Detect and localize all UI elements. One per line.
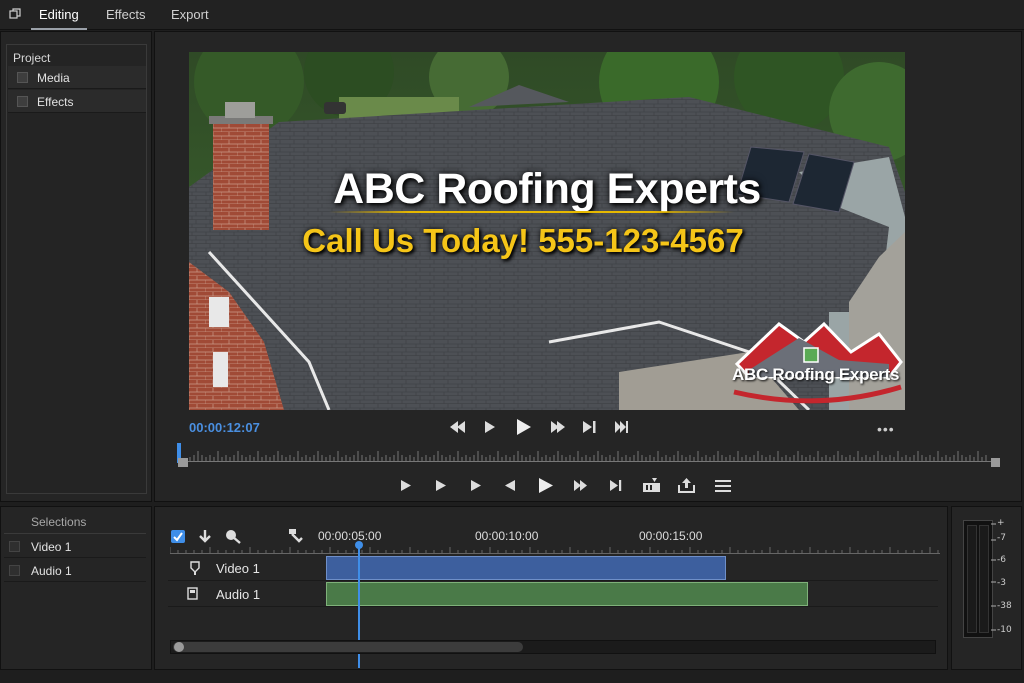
scrollbar-handle[interactable] (174, 642, 184, 652)
main-play-icon[interactable] (539, 478, 554, 493)
selection-item-label: Audio 1 (31, 564, 72, 578)
select-tool-icon[interactable] (171, 530, 185, 543)
audio-track-icon[interactable] (187, 587, 199, 600)
meter-label: -10 (997, 625, 1012, 635)
audio-track-label: Audio 1 (216, 587, 261, 602)
rewind-icon[interactable] (450, 421, 466, 433)
subtitle-overlay: Call Us Today! 555-123-4567 (302, 222, 744, 259)
export-frame-icon[interactable] (678, 478, 696, 493)
ripple-tool-icon[interactable] (289, 529, 303, 544)
project-title: Project (13, 51, 51, 65)
timeline-time-15s: 00:00:15:00 (639, 529, 703, 543)
media-checkbox[interactable] (17, 72, 28, 83)
selections-panel (0, 506, 152, 670)
video-preview[interactable]: ABC Roofing Experts Call Us Today! 555-1… (189, 52, 905, 410)
video-clip[interactable] (326, 556, 726, 580)
meter-label: -6 (997, 555, 1006, 565)
timeline-time-10s: 00:00:10:00 (475, 529, 539, 543)
scrub-ruler[interactable] (178, 444, 1000, 468)
list-menu-icon[interactable] (715, 480, 731, 492)
title-divider (329, 211, 734, 213)
project-item-effects[interactable]: Effects (8, 90, 146, 113)
insert-clip-icon[interactable] (643, 478, 661, 493)
selection-item-label: Video 1 (31, 540, 72, 554)
more-options-icon[interactable]: ••• (877, 421, 895, 437)
audio-clip[interactable] (326, 582, 808, 606)
title-overlay: ABC Roofing Experts (333, 165, 761, 213)
next-frame-icon[interactable] (583, 421, 597, 433)
project-item-label: Media (37, 71, 70, 85)
audio-meter (963, 520, 993, 638)
video-checkbox[interactable] (9, 541, 20, 552)
video-track-label: Video 1 (216, 561, 260, 576)
menu-bar: Editing Effects Export (0, 0, 1024, 30)
timeline-time-5s: 00:00:05:00 (318, 529, 382, 543)
play-icon[interactable] (484, 421, 496, 433)
video-track-icon[interactable] (190, 561, 200, 575)
meter-right-channel (979, 525, 989, 633)
scrollbar-thumb[interactable] (173, 642, 523, 652)
play-small-icon[interactable] (401, 480, 412, 491)
play-forward-icon[interactable] (471, 480, 482, 491)
selections-title: Selections (31, 515, 87, 529)
play-large-icon[interactable] (516, 419, 532, 435)
divider (4, 533, 146, 534)
effects-checkbox[interactable] (17, 96, 28, 107)
audio-checkbox[interactable] (9, 565, 20, 576)
selection-item-video[interactable]: Video 1 (4, 535, 146, 558)
project-item-label: Effects (37, 95, 74, 109)
step-forward-icon[interactable] (436, 480, 447, 491)
fast-forward-small-icon[interactable] (574, 480, 588, 491)
meter-label: -38 (997, 601, 1012, 611)
skip-end-icon[interactable] (615, 421, 629, 433)
selection-item-audio[interactable]: Audio 1 (4, 559, 146, 582)
tab-editing[interactable]: Editing (31, 7, 87, 30)
down-arrow-icon[interactable] (198, 529, 212, 544)
logo-text: ABC Roofing Experts (732, 365, 900, 384)
meter-left-channel (967, 525, 977, 633)
playhead-handle[interactable] (355, 541, 363, 549)
razor-tool-icon[interactable] (225, 529, 241, 544)
meter-label: -3 (997, 578, 1006, 588)
window-restore-icon[interactable] (9, 8, 21, 20)
tab-effects[interactable]: Effects (106, 7, 146, 22)
meter-label: -7 (997, 533, 1006, 543)
fast-forward-icon[interactable] (551, 421, 566, 433)
current-timecode: 00:00:12:07 (189, 420, 260, 435)
go-to-end-icon[interactable] (610, 480, 622, 491)
tab-export[interactable]: Export (171, 7, 209, 22)
timeline-ruler[interactable] (170, 546, 940, 555)
meter-label: + (997, 518, 1005, 528)
project-item-media[interactable]: Media (8, 66, 146, 89)
step-back-icon[interactable] (505, 480, 516, 491)
